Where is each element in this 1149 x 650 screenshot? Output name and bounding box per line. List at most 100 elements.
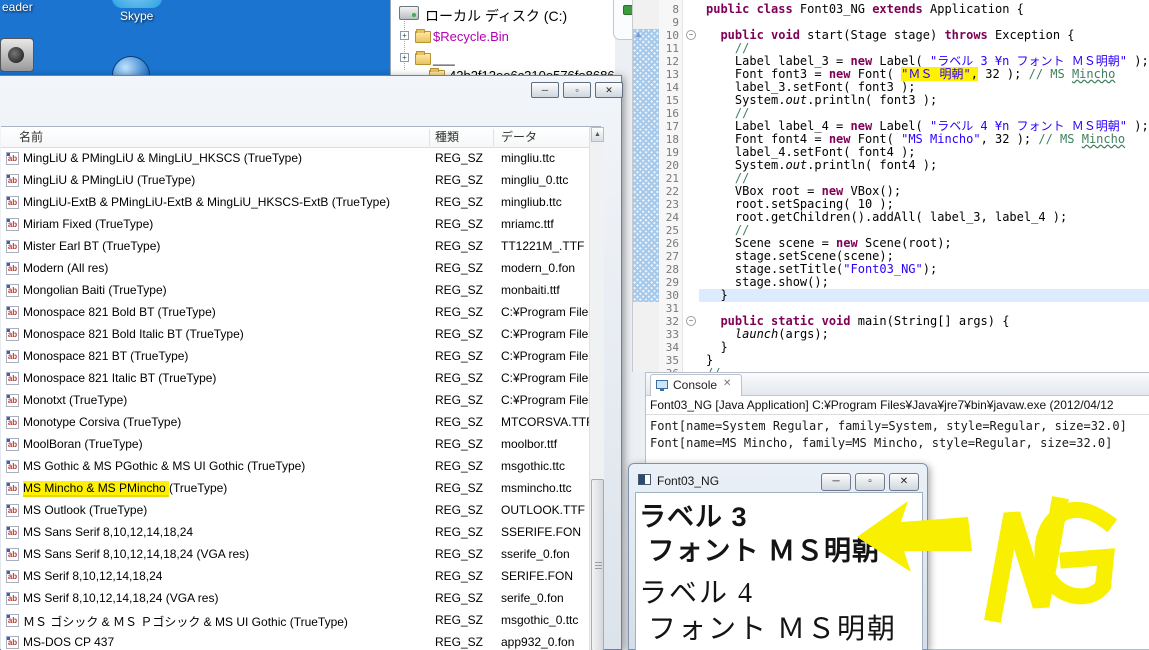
value-name: Miriam Fixed (TrueType) bbox=[23, 217, 154, 231]
column-header-name[interactable]: 名前 bbox=[19, 127, 43, 148]
minimize-button[interactable]: ─ bbox=[531, 82, 559, 98]
table-row[interactable]: ab Miriam Fixed (TrueType) REG_SZ mriamc.tt… bbox=[1, 214, 589, 236]
scrollbar[interactable]: ▲ bbox=[589, 127, 604, 650]
value-name: MingLiU & PMingLiU (TrueType) bbox=[23, 173, 196, 187]
value-name: MS Sans Serif 8,10,12,14,18,24 bbox=[23, 525, 194, 539]
app-window-content: ラベル 3 フォント ＭＳ明朝 ラベル 4 フォント ＭＳ明朝 bbox=[635, 492, 923, 650]
column-header-type[interactable]: 種類 bbox=[435, 127, 459, 148]
value-type: REG_SZ bbox=[435, 393, 484, 407]
maximize-button[interactable]: ▫ bbox=[855, 473, 885, 491]
code-line: public class Font03_NG extends Applicati… bbox=[706, 2, 1024, 16]
value-data: sserife_0.fon bbox=[501, 547, 570, 561]
table-row[interactable]: ab Mister Earl BT (TrueType) REG_SZ TT1221M… bbox=[1, 236, 589, 258]
table-row[interactable]: ab Monospace 821 BT (TrueType) REG_SZ C:¥Pr… bbox=[1, 346, 594, 368]
expand-icon[interactable]: + bbox=[400, 53, 409, 62]
table-row[interactable]: ab Monospace 821 Bold Italic BT (TrueType… bbox=[1, 324, 594, 346]
value-name: MingLiU & PMingLiU & MingLiU_HKSCS (True… bbox=[23, 151, 302, 165]
skype-icon-label[interactable]: Skype bbox=[120, 9, 153, 23]
scroll-up-icon[interactable]: ▲ bbox=[591, 127, 604, 142]
reg-sz-icon: ab bbox=[6, 372, 19, 385]
fold-collapse-icon[interactable]: − bbox=[686, 316, 696, 326]
expand-icon[interactable]: + bbox=[400, 31, 409, 40]
console-tab-label: Console bbox=[673, 378, 718, 392]
fold-collapse-icon[interactable]: − bbox=[686, 30, 696, 40]
value-type: REG_SZ bbox=[435, 195, 484, 209]
table-row[interactable]: ab MS Sans Serif 8,10,12,14,18,24 (VGA re… bbox=[1, 544, 589, 566]
value-data: SERIFE.FON bbox=[501, 569, 574, 583]
close-button[interactable]: ✕ bbox=[595, 82, 623, 98]
skype-icon[interactable] bbox=[112, 0, 162, 8]
tree-item-label: ローカル ディスク (C:) bbox=[425, 8, 568, 24]
maximize-button[interactable]: ▫ bbox=[563, 82, 591, 98]
reg-sz-icon: ab bbox=[6, 482, 19, 495]
reg-sz-icon: ab bbox=[6, 306, 19, 319]
code-line: root.getChildren().addAll( label_3, labe… bbox=[706, 210, 1068, 224]
value-type: REG_SZ bbox=[435, 371, 484, 385]
value-name: Monospace 821 Italic BT (TrueType) bbox=[23, 371, 217, 385]
table-row[interactable]: ab MS Gothic & MS PGothic & MS UI Gothic … bbox=[1, 456, 589, 478]
reg-sz-icon: ab bbox=[6, 262, 19, 275]
value-data: C:¥Program Files bbox=[501, 393, 595, 407]
drive-icon bbox=[399, 6, 419, 20]
value-data: C:¥Program Files bbox=[501, 371, 595, 385]
value-name: Monotype Corsiva (TrueType) bbox=[23, 415, 182, 429]
scrollbar-thumb[interactable] bbox=[591, 479, 604, 650]
value-data: mriamc.ttf bbox=[501, 217, 554, 231]
column-header-data[interactable]: データ bbox=[501, 127, 537, 148]
value-type: REG_SZ bbox=[435, 547, 484, 561]
tab-console[interactable]: Console ✕ bbox=[650, 374, 742, 396]
value-name: MS Gothic & MS PGothic & MS UI Gothic (T… bbox=[23, 459, 306, 473]
table-row[interactable]: ab MingLiU & PMingLiU (TrueType) REG_SZ min… bbox=[1, 170, 589, 192]
code-area[interactable]: public class Font03_NG extends Applicati… bbox=[633, 0, 1149, 372]
reg-sz-icon: ab bbox=[6, 196, 19, 209]
table-row[interactable]: ab MoolBoran (TrueType) REG_SZ moolbor.ttf bbox=[1, 434, 589, 456]
table-row[interactable]: ab MS-DOS CP 437 REG_SZ app932_0.fon bbox=[1, 632, 589, 650]
table-row[interactable]: ab MingLiU & PMingLiU & MingLiU_HKSCS (Tr… bbox=[1, 148, 589, 170]
tree-item-label: ___ bbox=[433, 51, 455, 66]
console-tab-bar: Console ✕ bbox=[646, 373, 1149, 396]
value-name: Monotxt (TrueType) bbox=[23, 393, 128, 407]
table-row[interactable]: ab MS Serif 8,10,12,14,18,24 REG_SZ SERIFE.… bbox=[1, 566, 589, 588]
table-row[interactable]: ab MS Sans Serif 8,10,12,14,18,24 REG_SZ SS… bbox=[1, 522, 589, 544]
minimize-button[interactable]: ─ bbox=[821, 473, 851, 491]
value-name: Mister Earl BT (TrueType) bbox=[23, 239, 161, 253]
desktop-icon-label-partial[interactable]: eader bbox=[2, 0, 33, 14]
value-type: REG_SZ bbox=[435, 459, 484, 473]
value-name: MoolBoran (TrueType) bbox=[23, 437, 143, 451]
table-row[interactable]: ab Mongolian Baiti (TrueType) REG_SZ monbai… bbox=[1, 280, 589, 302]
table-row[interactable]: ab MingLiU-ExtB & PMingLiU-ExtB & MingLiU… bbox=[1, 192, 589, 214]
table-row[interactable]: ab MS Serif 8,10,12,14,18,24 (VGA res) REG… bbox=[1, 588, 589, 610]
close-icon[interactable]: ✕ bbox=[723, 378, 731, 389]
value-name: MingLiU-ExtB & PMingLiU-ExtB & MingLiU_H… bbox=[23, 195, 390, 209]
value-type: REG_SZ bbox=[435, 635, 484, 649]
close-button[interactable]: ✕ bbox=[889, 473, 919, 491]
value-data: msgothic_0.ttc bbox=[501, 613, 579, 627]
table-row[interactable]: ab MS Mincho & MS PMincho (TrueType) REG_S… bbox=[1, 478, 589, 500]
reg-sz-icon: ab bbox=[6, 460, 19, 473]
value-name: MS Sans Serif 8,10,12,14,18,24 (VGA res) bbox=[23, 547, 250, 561]
java-editor[interactable]: ▲ 8 9 10 11 12 13 14 15 16 17 18 19 20 21 22 23 24 25 26 27… bbox=[632, 0, 1149, 372]
table-row[interactable]: ab MS Outlook (TrueType) REG_SZ OUTLOOK.TTF bbox=[1, 500, 589, 522]
folder-icon bbox=[415, 29, 431, 43]
table-row[interactable]: ab Monospace 821 Italic BT (TrueType) REG_… bbox=[1, 368, 594, 390]
reg-sz-icon: ab bbox=[6, 592, 19, 605]
column-separator[interactable] bbox=[429, 129, 430, 146]
value-name: Modern (All res) bbox=[23, 261, 109, 275]
console-icon bbox=[656, 380, 668, 391]
app-label-line: ラベル 4 bbox=[639, 578, 755, 609]
table-row[interactable]: ab Modern (All res) REG_SZ modern_0.fon bbox=[1, 258, 589, 280]
reg-sz-icon: ab bbox=[6, 350, 19, 363]
value-data: mingliub.ttc bbox=[501, 195, 562, 209]
column-separator[interactable] bbox=[493, 129, 494, 146]
reg-sz-icon: ab bbox=[6, 570, 19, 583]
table-row[interactable]: ab ＭＳ ゴシック & ＭＳ Ｐゴシック & MS UI Gothic (Tru… bbox=[1, 610, 589, 632]
value-data: C:¥Program Files bbox=[501, 305, 595, 319]
list-header-row: 名前 種類 データ bbox=[1, 127, 589, 148]
table-row[interactable]: ab Monotxt (TrueType) REG_SZ C:¥Program Fil… bbox=[1, 390, 594, 412]
table-row[interactable]: ab Monospace 821 Bold BT (TrueType) REG_SZ… bbox=[1, 302, 594, 324]
value-data: msmincho.ttc bbox=[501, 481, 572, 495]
app-window-icon bbox=[638, 474, 651, 485]
console-launch-header: Font03_NG [Java Application] C:¥Program … bbox=[646, 396, 1149, 415]
value-type: REG_SZ bbox=[435, 349, 484, 363]
table-row[interactable]: ab Monotype Corsiva (TrueType) REG_SZ MTCOR… bbox=[1, 412, 593, 434]
